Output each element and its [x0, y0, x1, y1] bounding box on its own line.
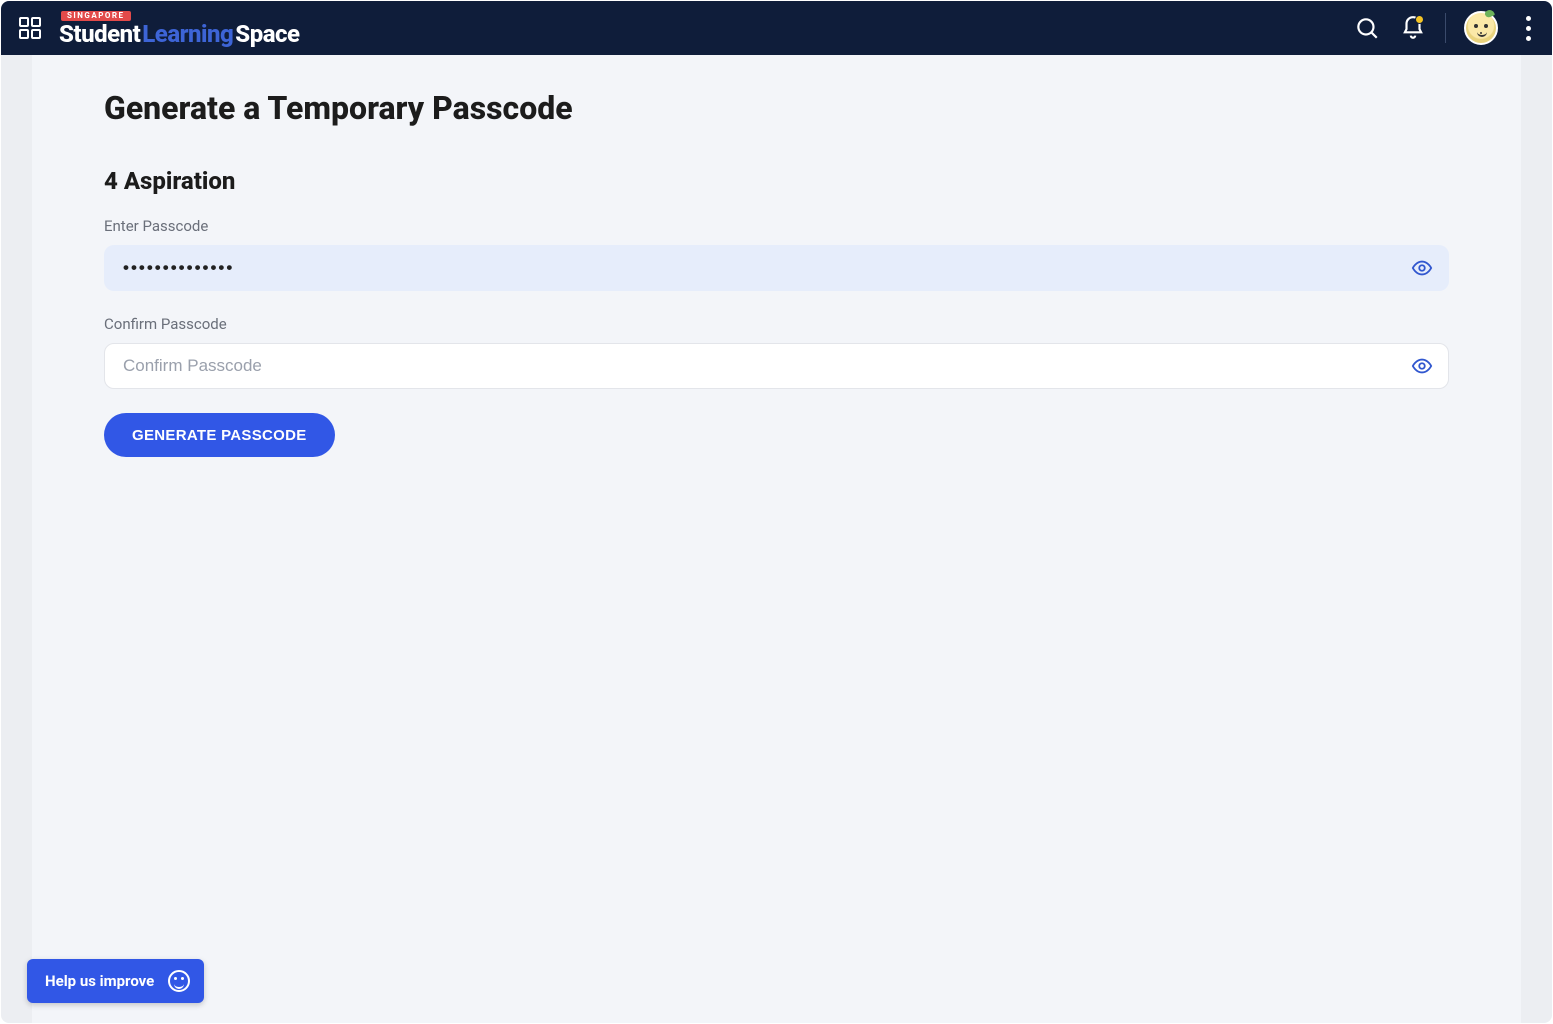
logo-badge: SINGAPORE — [61, 11, 131, 21]
enter-passcode-input[interactable] — [104, 245, 1449, 291]
user-avatar[interactable] — [1464, 11, 1498, 45]
logo-text: Student Learning Space — [59, 22, 300, 46]
help-improve-label: Help us improve — [45, 972, 154, 990]
enter-passcode-field — [104, 245, 1449, 291]
help-improve-widget[interactable]: Help us improve — [27, 959, 204, 1003]
enter-passcode-label: Enter Passcode — [104, 217, 1449, 235]
app-logo[interactable]: SINGAPORE Student Learning Space — [59, 11, 300, 46]
notification-badge — [1415, 15, 1424, 24]
smiley-icon — [168, 970, 190, 992]
confirm-passcode-label: Confirm Passcode — [104, 315, 1449, 333]
content-panel: Generate a Temporary Passcode 4 Aspirati… — [32, 55, 1521, 1023]
generate-passcode-button[interactable]: GENERATE PASSCODE — [104, 413, 335, 457]
toggle-visibility-icon[interactable] — [1409, 255, 1435, 281]
search-icon[interactable] — [1353, 14, 1381, 42]
page-title: Generate a Temporary Passcode — [104, 89, 1449, 127]
header-divider — [1445, 13, 1446, 43]
kebab-menu-icon[interactable] — [1516, 16, 1540, 41]
notifications-icon[interactable] — [1399, 14, 1427, 42]
section-title: 4 Aspiration — [104, 167, 1449, 195]
confirm-passcode-input[interactable] — [104, 343, 1449, 389]
app-frame: SINGAPORE Student Learning Space — [1, 1, 1552, 1023]
confirm-passcode-field — [104, 343, 1449, 389]
apps-grid-icon[interactable] — [17, 15, 43, 41]
app-header: SINGAPORE Student Learning Space — [1, 1, 1552, 55]
header-actions — [1353, 11, 1540, 45]
toggle-visibility-icon[interactable] — [1409, 353, 1435, 379]
